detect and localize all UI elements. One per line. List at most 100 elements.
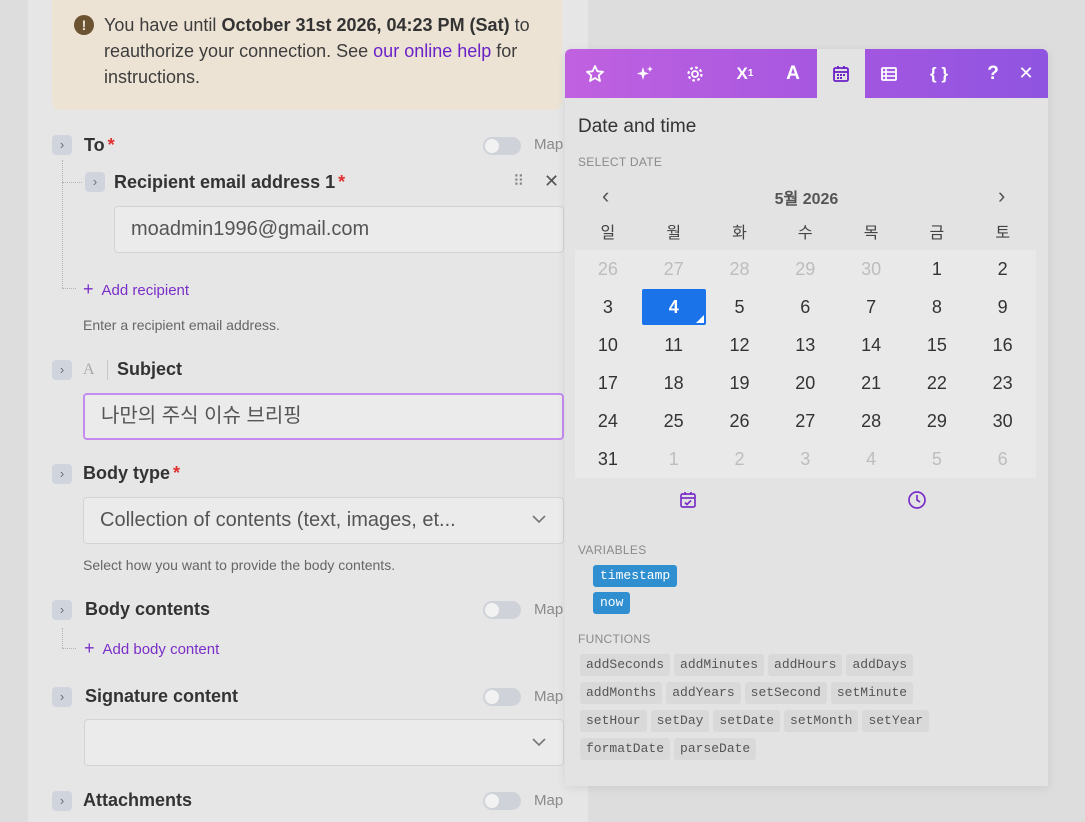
- calendar-day[interactable]: 2: [970, 250, 1036, 288]
- signature-select[interactable]: [84, 719, 564, 766]
- calendar-day[interactable]: 24: [575, 402, 641, 440]
- text-icon[interactable]: A: [769, 49, 817, 98]
- attachments-expand-button[interactable]: ›: [52, 791, 72, 811]
- sparkle-icon[interactable]: [621, 49, 669, 98]
- body-type-select[interactable]: Collection of contents (text, images, et…: [83, 497, 564, 544]
- function-chip[interactable]: parseDate: [674, 738, 757, 760]
- calendar-day[interactable]: 23: [970, 364, 1036, 402]
- variable-chip-timestamp[interactable]: timestamp: [593, 565, 678, 587]
- to-map-label: Map: [534, 136, 564, 153]
- calendar-day[interactable]: 5: [904, 440, 970, 478]
- add-recipient-button[interactable]: + Add recipient: [83, 279, 189, 300]
- gear-icon[interactable]: [671, 49, 719, 98]
- clock-icon[interactable]: [907, 490, 927, 510]
- calendar-day[interactable]: 3: [575, 288, 641, 326]
- signature-expand-button[interactable]: ›: [52, 687, 72, 707]
- to-label: To *: [84, 135, 115, 155]
- function-chip[interactable]: addDays: [846, 654, 914, 676]
- calendar-day[interactable]: 8: [904, 288, 970, 326]
- signature-label: Signature content: [85, 686, 239, 706]
- calendar-day[interactable]: 28: [707, 250, 773, 288]
- calendar-day[interactable]: 21: [838, 364, 904, 402]
- weekday-header-row: 일 월 화 수 목 금 토: [575, 212, 1036, 250]
- braces-icon[interactable]: { }: [915, 49, 963, 98]
- date-mode-icon[interactable]: [678, 490, 698, 510]
- function-chip[interactable]: formatDate: [580, 738, 671, 760]
- calendar-day[interactable]: 27: [772, 402, 838, 440]
- calendar-day[interactable]: 15: [904, 326, 970, 364]
- subject-expand-button[interactable]: ›: [52, 360, 72, 380]
- weekday-label: 월: [666, 225, 682, 242]
- calendar-day[interactable]: 30: [970, 402, 1036, 440]
- calendar-day-selected[interactable]: 4: [641, 288, 707, 326]
- function-chip[interactable]: setDate: [713, 710, 781, 732]
- function-chip[interactable]: addSeconds: [580, 654, 671, 676]
- signature-map-toggle[interactable]: [483, 688, 521, 706]
- variable-chip-now[interactable]: now: [593, 592, 631, 614]
- calendar-icon[interactable]: [817, 49, 865, 98]
- recipient-email-field[interactable]: moadmin1996@gmail.com: [114, 206, 564, 253]
- calendar-day[interactable]: 27: [641, 250, 707, 288]
- next-month-icon[interactable]: ›: [998, 183, 1005, 209]
- calendar-day[interactable]: 16: [970, 326, 1036, 364]
- online-help-link[interactable]: our online help: [373, 41, 491, 61]
- function-chip[interactable]: addYears: [666, 682, 741, 704]
- calendar-day[interactable]: 29: [904, 402, 970, 440]
- function-chip[interactable]: addHours: [768, 654, 843, 676]
- function-toolbar: X1 A { } ? ✕: [565, 49, 1048, 98]
- calendar-day[interactable]: 4: [838, 440, 904, 478]
- function-chip[interactable]: setYear: [862, 710, 930, 732]
- function-chip[interactable]: setHour: [580, 710, 647, 732]
- calendar-day[interactable]: 2: [707, 440, 773, 478]
- close-icon[interactable]: ✕: [1002, 49, 1050, 98]
- function-chip[interactable]: addMinutes: [674, 654, 765, 676]
- calendar-day[interactable]: 28: [838, 402, 904, 440]
- function-chip[interactable]: setDay: [650, 710, 710, 732]
- body-contents-label: Body contents: [85, 599, 211, 619]
- calendar-day[interactable]: 1: [904, 250, 970, 288]
- calendar-day[interactable]: 17: [575, 364, 641, 402]
- calendar-week: 10 11 12 13 14 15 16: [575, 326, 1036, 364]
- body-type-expand-button[interactable]: ›: [52, 464, 72, 484]
- function-chip[interactable]: setMonth: [784, 710, 859, 732]
- remove-recipient-icon[interactable]: ✕: [544, 171, 559, 192]
- calendar-day[interactable]: 9: [970, 288, 1036, 326]
- calendar-day[interactable]: 6: [970, 440, 1036, 478]
- function-chip[interactable]: setMinute: [830, 682, 914, 704]
- attachments-map-toggle[interactable]: [483, 792, 521, 810]
- subject-field[interactable]: 나만의 주식 이슈 브리핑: [83, 393, 564, 440]
- function-chip[interactable]: addMonths: [580, 682, 663, 704]
- calendar-day[interactable]: 18: [641, 364, 707, 402]
- calendar-day[interactable]: 31: [575, 440, 641, 478]
- table-icon[interactable]: [865, 49, 913, 98]
- calendar-day[interactable]: 7: [838, 288, 904, 326]
- calendar-day[interactable]: 6: [772, 288, 838, 326]
- calendar-day[interactable]: 20: [772, 364, 838, 402]
- to-map-toggle[interactable]: [483, 137, 521, 155]
- to-expand-button[interactable]: ›: [52, 135, 72, 155]
- calendar-day[interactable]: 1: [641, 440, 707, 478]
- body-contents-expand-button[interactable]: ›: [52, 600, 72, 620]
- superscript-icon[interactable]: X1: [721, 49, 769, 98]
- calendar-day[interactable]: 14: [838, 326, 904, 364]
- calendar-day[interactable]: 22: [904, 364, 970, 402]
- calendar-day[interactable]: 19: [707, 364, 773, 402]
- calendar-day[interactable]: 12: [707, 326, 773, 364]
- function-chip[interactable]: setSecond: [744, 682, 827, 704]
- calendar-day[interactable]: 25: [641, 402, 707, 440]
- add-body-content-button[interactable]: + Add body content: [84, 638, 219, 659]
- calendar-day[interactable]: 5: [707, 288, 773, 326]
- calendar-day[interactable]: 26: [707, 402, 773, 440]
- calendar-day[interactable]: 13: [772, 326, 838, 364]
- calendar-day[interactable]: 26: [575, 250, 641, 288]
- drag-handle-icon[interactable]: ⠿: [513, 172, 524, 190]
- signature-map-label: Map: [534, 688, 564, 705]
- calendar-day[interactable]: 10: [575, 326, 641, 364]
- recipient-expand-button[interactable]: ›: [85, 172, 105, 192]
- calendar-day[interactable]: 3: [772, 440, 838, 478]
- star-icon[interactable]: [571, 49, 619, 98]
- body-contents-map-toggle[interactable]: [483, 601, 521, 619]
- calendar-day[interactable]: 29: [772, 250, 838, 288]
- calendar-day[interactable]: 30: [838, 250, 904, 288]
- calendar-day[interactable]: 11: [641, 326, 707, 364]
